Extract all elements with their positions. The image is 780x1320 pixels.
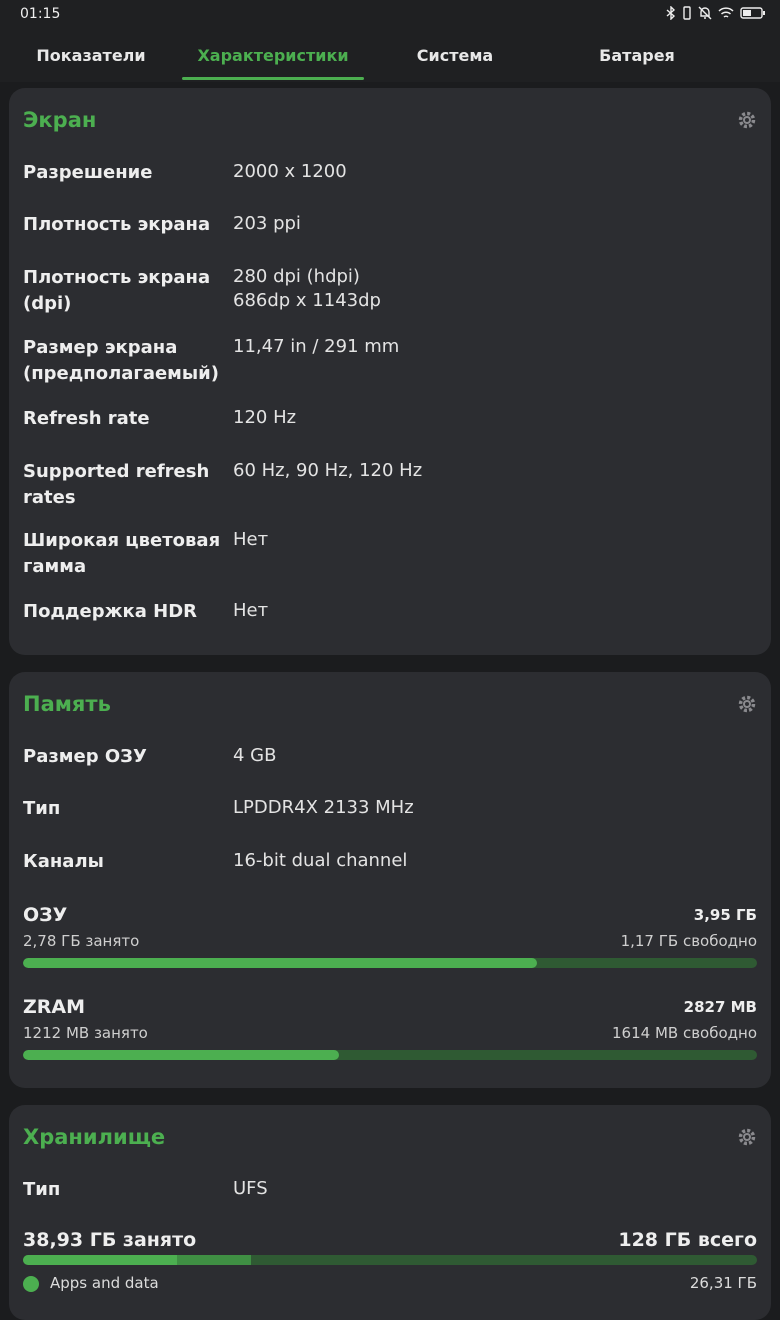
tab-specifications[interactable]: Характеристики <box>182 28 364 82</box>
spec-value: UFS <box>233 1178 268 1199</box>
spec-value: 120 Hz <box>233 407 297 428</box>
spec-label: Тип <box>23 1179 61 1200</box>
spec-label: Refresh rate <box>23 408 150 429</box>
zram-used: 1212 MB занято <box>23 1024 148 1042</box>
gear-icon[interactable] <box>737 694 757 714</box>
status-time: 01:15 <box>20 6 61 22</box>
spec-label: Размер ОЗУ <box>23 746 147 767</box>
spec-value: Нет <box>233 600 269 621</box>
tab-label: Показатели <box>36 45 146 65</box>
status-icons <box>666 6 766 20</box>
card-title: Хранилище <box>23 1125 166 1149</box>
spec-label: Supported refresh rates <box>23 461 210 508</box>
ram-label: ОЗУ <box>23 904 68 926</box>
gear-icon[interactable] <box>737 110 757 130</box>
ram-progress-fill <box>23 958 537 968</box>
zram-progress-bar <box>23 1050 757 1060</box>
ram-free: 1,17 ГБ свободно <box>620 932 757 950</box>
spec-value: 203 ppi <box>233 213 301 234</box>
storage-card: Хранилище Тип UFS 38,93 ГБ занято 128 ГБ … <box>9 1105 771 1320</box>
storage-total: 128 ГБ всего <box>618 1229 757 1251</box>
storage-used: 38,93 ГБ занято <box>23 1229 197 1251</box>
legend-value: 26,31 ГБ <box>689 1274 757 1292</box>
spec-label: Поддержка HDR <box>23 601 198 622</box>
spec-value: Нет <box>233 529 269 550</box>
spec-label: Широкая цветовая гамма <box>23 530 221 577</box>
zram-total: 2827 MB <box>683 998 757 1016</box>
spec-value: 60 Hz, 90 Hz, 120 Hz <box>233 460 423 481</box>
memory-card: Память Размер ОЗУ 4 GB Тип LPDDR4X 2133 MH… <box>9 672 771 1088</box>
ram-total: 3,95 ГБ <box>693 906 757 924</box>
battery-icon <box>740 7 765 19</box>
storage-progress-bar <box>23 1255 757 1265</box>
spec-value: 11,47 in / 291 mm <box>233 336 400 357</box>
tab-battery[interactable]: Батарея <box>546 28 728 82</box>
tab-system[interactable]: Система <box>364 28 546 82</box>
spec-value: LPDDR4X 2133 MHz <box>233 797 414 818</box>
zram-progress-fill <box>23 1050 339 1060</box>
tab-bar: Показатели Характеристики Система Батаре… <box>0 28 780 82</box>
storage-segment <box>23 1255 178 1265</box>
tab-label: Батарея <box>599 45 675 65</box>
spec-label: Плотность экрана (dpi) <box>23 267 211 314</box>
storage-segment <box>177 1255 251 1265</box>
ram-progress-bar <box>23 958 757 968</box>
active-tab-indicator <box>182 77 364 80</box>
screen-card: Экран Разрешение 2000 x 1200 Плотность эк… <box>9 88 771 655</box>
zram-free: 1614 MB свободно <box>612 1024 757 1042</box>
card-title: Память <box>23 692 111 716</box>
tab-label: Характеристики <box>197 45 349 65</box>
spec-value: 4 GB <box>233 745 277 766</box>
spec-value: 280 dpi (hdpi) 686dp x 1143dp <box>233 266 381 311</box>
spec-label: Тип <box>23 798 61 819</box>
spec-label: Разрешение <box>23 162 153 183</box>
card-title: Экран <box>23 108 97 132</box>
spec-value: 2000 x 1200 <box>233 161 347 182</box>
bell-off-icon <box>698 6 712 20</box>
spec-label: Каналы <box>23 851 104 872</box>
vibrate-icon <box>683 6 691 20</box>
tab-indicators[interactable]: Показатели <box>0 28 182 82</box>
storage-usage-header: 38,93 ГБ занято 128 ГБ всего <box>23 1229 757 1253</box>
tab-label: Система <box>416 45 494 65</box>
ram-used: 2,78 ГБ занято <box>23 932 140 950</box>
zram-usage: ZRAM 2827 MB 1212 MB занято 1614 MB своб… <box>23 996 757 1060</box>
ram-usage: ОЗУ 3,95 ГБ 2,78 ГБ занято 1,17 ГБ свобо… <box>23 904 757 968</box>
gear-icon[interactable] <box>737 1127 757 1147</box>
storage-legend-item: Apps and data 26,31 ГБ <box>23 1273 757 1295</box>
bluetooth-icon <box>666 6 676 20</box>
legend-color-dot <box>23 1276 39 1292</box>
status-bar: 01:15 <box>0 0 780 28</box>
spec-label: Размер экрана (предполагаемый) <box>23 337 220 384</box>
zram-label: ZRAM <box>23 996 86 1018</box>
spec-label: Плотность экрана <box>23 214 211 235</box>
legend-label: Apps and data <box>50 1274 159 1292</box>
wifi-icon <box>718 7 734 18</box>
spec-value: 16-bit dual channel <box>233 850 408 871</box>
